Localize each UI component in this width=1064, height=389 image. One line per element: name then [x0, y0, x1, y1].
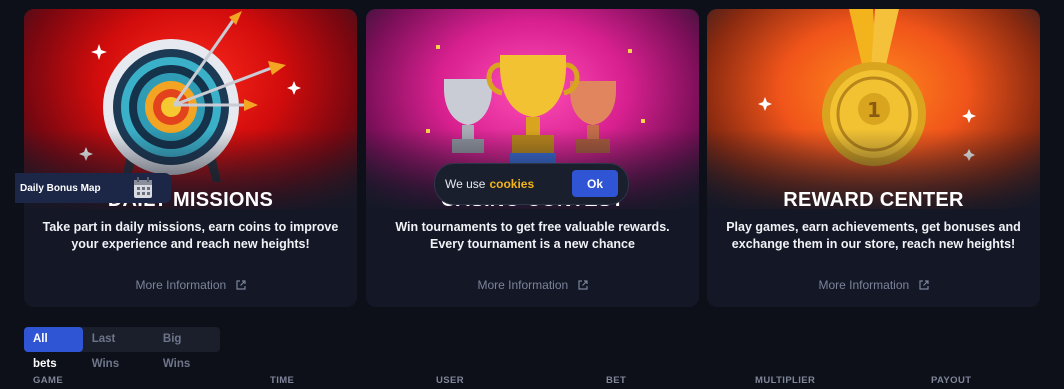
bets-table-header: GAME TIME USER BET MULTIPLIER PAYOUT [0, 375, 1064, 389]
cookie-text: We use [445, 177, 486, 191]
bets-tabs: All bets Last Wins Big Wins [24, 327, 220, 370]
column-bet: BET [606, 375, 627, 386]
svg-text:1: 1 [867, 98, 881, 122]
tab-big-wins[interactable]: Big Wins [154, 327, 220, 370]
cookies-link[interactable]: cookies [489, 177, 534, 191]
column-multiplier: MULTIPLIER [755, 375, 816, 386]
daily-bonus-map-tab[interactable]: Daily Bonus Map [15, 173, 171, 203]
column-time: TIME [270, 375, 295, 386]
promo-cards: DAILY MISSIONS Take part in daily missio… [24, 9, 1040, 307]
external-link-icon [577, 280, 588, 290]
column-game: GAME [33, 375, 64, 386]
column-payout: PAYOUT [931, 375, 972, 386]
tab-all-bets[interactable]: All bets [24, 327, 83, 370]
daily-missions-card[interactable]: DAILY MISSIONS Take part in daily missio… [24, 9, 357, 307]
more-information-label: More Information [135, 278, 227, 292]
more-information-label: More Information [477, 278, 569, 292]
daily-bonus-map-label: Daily Bonus Map [20, 182, 101, 194]
card-description: Play games, earn achievements, get bonus… [726, 220, 1021, 251]
casino-contest-card[interactable]: CASINO CONTEST Win tournaments to get fr… [366, 9, 699, 307]
external-link-icon [235, 280, 246, 290]
column-user: USER [436, 375, 464, 386]
calendar-icon [134, 177, 152, 198]
more-information-link[interactable]: More Information [707, 278, 1040, 292]
tab-last-wins[interactable]: Last Wins [83, 327, 154, 370]
cookie-banner: We use cookies Ok [434, 163, 629, 205]
more-information-link[interactable]: More Information [24, 278, 357, 292]
card-description: Take part in daily missions, earn coins … [42, 220, 339, 251]
card-description: Win tournaments to get free valuable rew… [395, 220, 670, 251]
cookie-ok-button[interactable]: Ok [572, 170, 618, 197]
card-title: REWARD CENTER [783, 189, 964, 211]
more-information-link[interactable]: More Information [366, 278, 699, 292]
more-information-label: More Information [818, 278, 910, 292]
reward-center-card[interactable]: 1 REWARD CENTER Play games, earn achieve… [707, 9, 1040, 307]
external-link-icon [918, 280, 929, 290]
